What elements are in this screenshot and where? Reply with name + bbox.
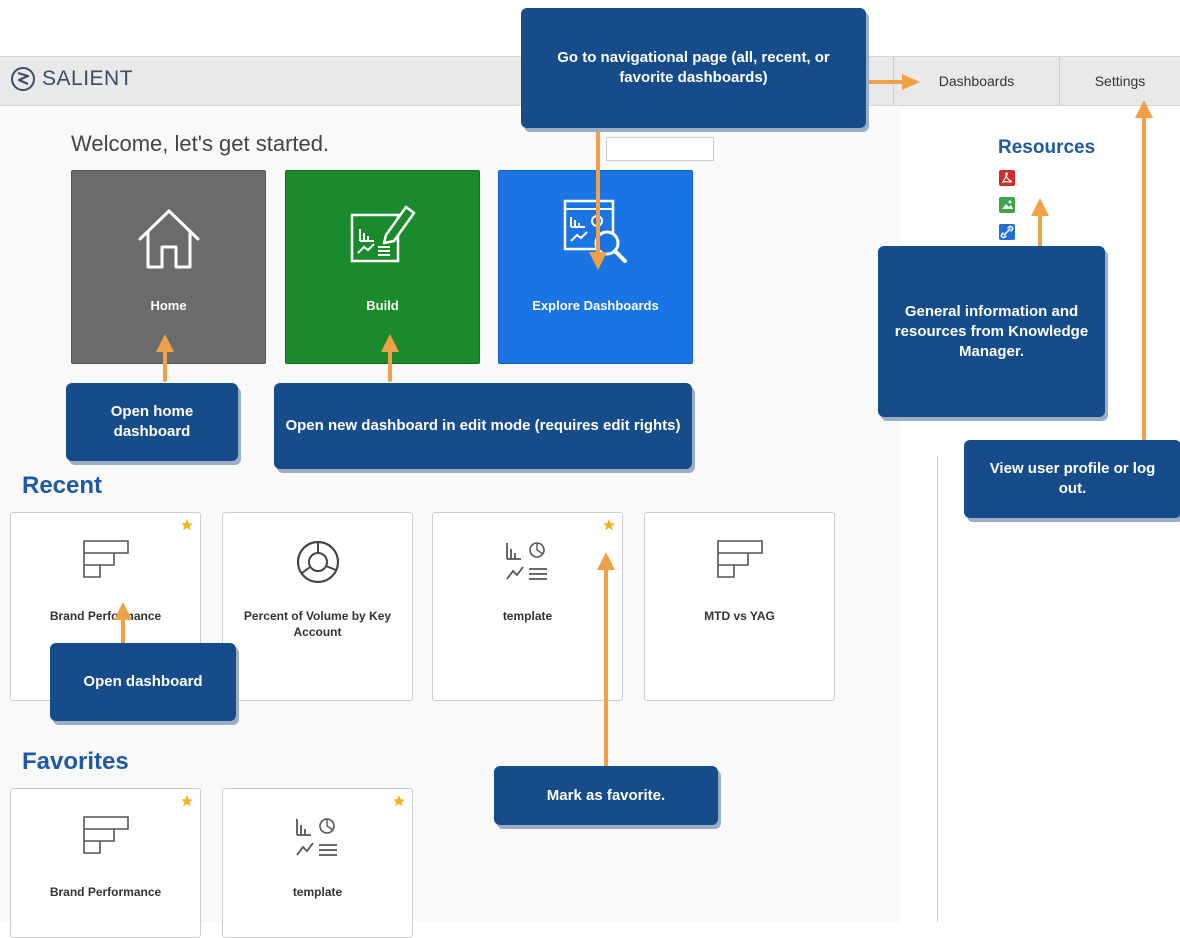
callout-open-home: Open home dashboard (66, 383, 238, 461)
callout-navigational-page: Go to navigational page (all, recent, or… (521, 8, 866, 128)
callout-resources-info: General information and resources from K… (878, 246, 1105, 417)
callout-open-new-dashboard: Open new dashboard in edit mode (require… (274, 383, 692, 469)
callout-user-profile: View user profile or log out. (964, 440, 1180, 518)
callout-open-dashboard: Open dashboard (50, 643, 236, 721)
callout-mark-favorite: Mark as favorite. (494, 766, 718, 825)
